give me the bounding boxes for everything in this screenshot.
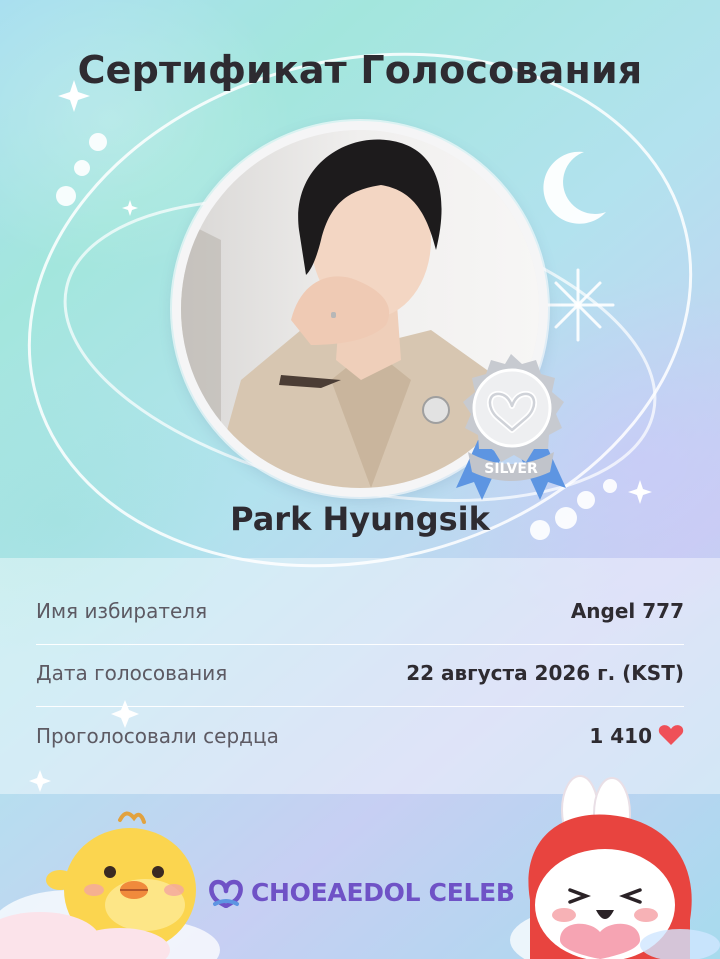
heart-icon — [658, 724, 684, 751]
crescent-moon-icon — [543, 151, 606, 224]
hearts-value: 1 410 — [589, 724, 652, 748]
hearts-value-group: 1 410 — [589, 724, 684, 751]
bunny-mascot-icon — [528, 775, 720, 959]
silver-medal-icon: SILVER — [456, 354, 566, 500]
voter-value: Angel 777 — [570, 599, 684, 623]
choeaedol-heart-logo-icon — [209, 879, 243, 908]
voter-label: Имя избирателя — [36, 599, 208, 623]
hearts-row: Проголосовали сердца 1 410 — [36, 708, 684, 769]
voter-row: Имя избирателя Angel 777 — [36, 583, 684, 645]
hearts-label: Проголосовали сердца — [36, 724, 279, 748]
date-label: Дата голосования — [36, 661, 228, 685]
date-row: Дата голосования 22 августа 2026 г. (KST… — [36, 645, 684, 707]
artist-name: Park Hyungsik — [230, 500, 490, 538]
svg-text:SILVER: SILVER — [484, 461, 538, 477]
brand-logo: CHOEAEDOL CELEB — [207, 872, 515, 912]
vote-certificate: Сертификат Голосования SILVER Park Hyung… — [0, 0, 720, 959]
certificate-title: Сертификат Голосования — [77, 48, 643, 92]
vote-info-panel: Имя избирателя Angel 777 Дата голосовани… — [0, 558, 720, 794]
date-value: 22 августа 2026 г. (KST) — [406, 661, 684, 685]
chick-mascot-icon — [0, 811, 196, 959]
brand-logo-text: CHOEAEDOL CELEB — [251, 877, 515, 907]
